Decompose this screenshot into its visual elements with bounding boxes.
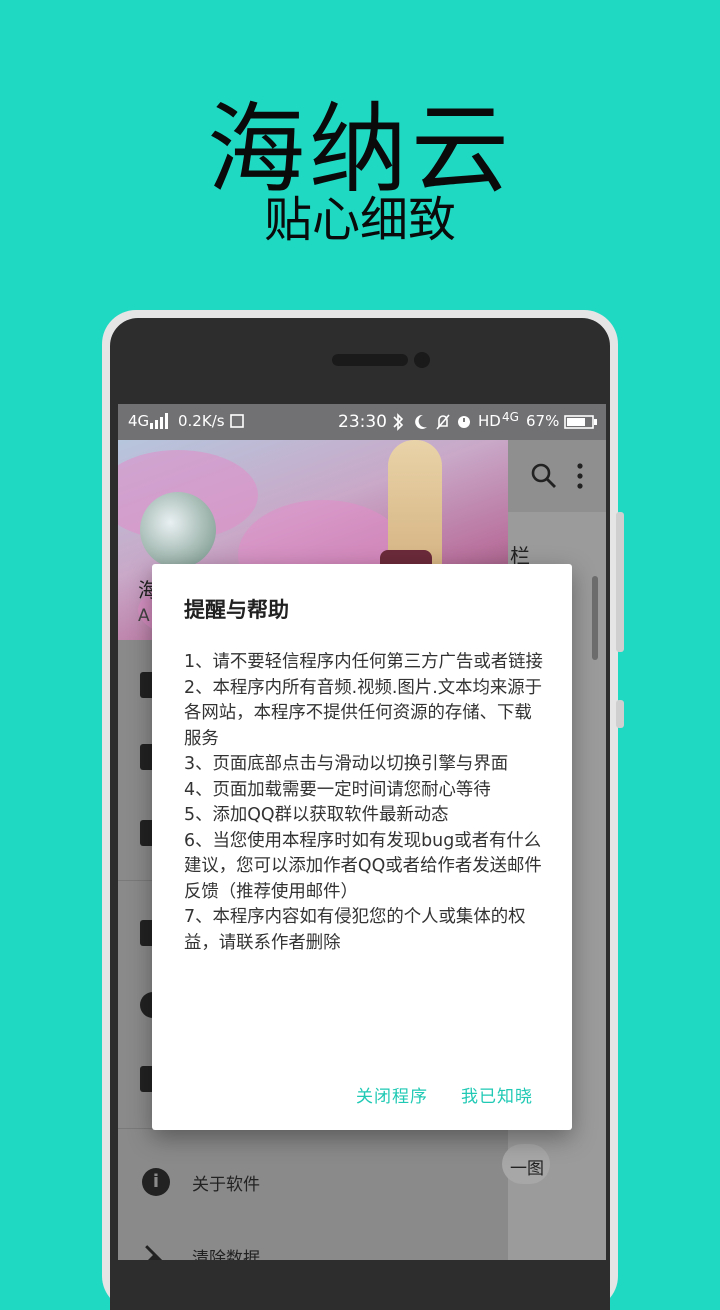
drawer-header-sub: A <box>138 606 150 626</box>
menu-item-label: 关于软件 <box>192 1175 260 1195</box>
menu-item-label: 清除数据 <box>192 1249 260 1260</box>
info-icon: i <box>142 1168 170 1196</box>
avatar[interactable] <box>140 492 216 568</box>
app-toolbar <box>508 440 606 512</box>
clear-data-icon <box>144 1244 163 1260</box>
dialog-title: 提醒与帮助 <box>184 598 289 622</box>
network-type: 4G <box>128 412 150 430</box>
background-button-label: 一图 <box>510 1159 544 1179</box>
promo-subtitle: 贴心细致 <box>263 192 456 248</box>
hd-badge: HD <box>478 412 501 430</box>
help-dialog: 提醒与帮助 1、请不要轻信程序内任何第三方广告或者链接 2、本程序内所有音频.视… <box>152 564 572 1130</box>
speaker-grille <box>332 354 408 366</box>
close-app-button[interactable]: 关闭程序 <box>356 1082 428 1107</box>
status-bar: 4G 0.2K/s 23:30 HD 4G 67% <box>118 404 606 440</box>
signal-icon <box>150 413 168 429</box>
network-type-2: 4G <box>502 410 519 424</box>
moon-icon <box>415 414 427 429</box>
front-camera <box>414 352 430 368</box>
acknowledge-button[interactable]: 我已知晓 <box>461 1082 533 1107</box>
bluetooth-icon <box>393 413 404 431</box>
more-icon[interactable] <box>576 462 584 490</box>
menu-item-clear-data[interactable]: 清除数据 <box>118 1228 508 1260</box>
battery-percent: 67% <box>526 412 560 430</box>
scrollbar[interactable] <box>592 576 598 660</box>
mute-icon <box>436 414 450 430</box>
alarm-icon <box>458 416 470 428</box>
menu-item-about[interactable]: i 关于软件 <box>118 1154 508 1210</box>
battery-icon <box>564 415 597 429</box>
volume-button <box>616 512 624 652</box>
power-button <box>616 700 624 728</box>
clock: 23:30 <box>338 412 387 432</box>
dialog-message: 1、请不要轻信程序内任何第三方广告或者链接 2、本程序内所有音频.视频.图片.文… <box>184 652 543 953</box>
search-icon[interactable] <box>530 462 558 490</box>
notification-icon <box>230 414 244 428</box>
network-speed: 0.2K/s <box>178 412 225 430</box>
